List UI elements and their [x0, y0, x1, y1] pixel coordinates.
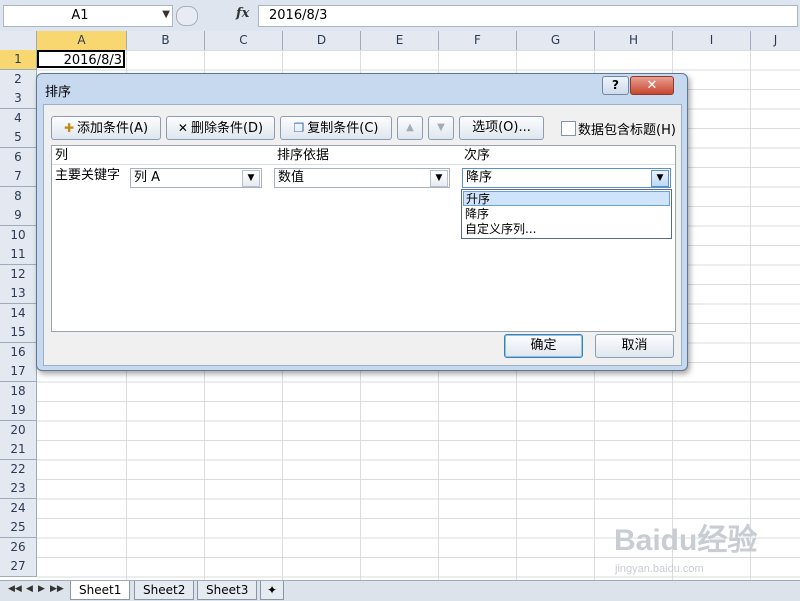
row-header[interactable]: 17: [0, 362, 37, 382]
active-cell-a1[interactable]: 2016/8/3: [37, 50, 125, 68]
name-box-value: A1: [71, 8, 89, 23]
row-header[interactable]: 23: [0, 479, 37, 499]
sort-on-select-value: 数值: [278, 170, 305, 185]
order-select[interactable]: 降序 ▼: [462, 168, 671, 188]
add-condition-icon: ✚: [63, 121, 74, 135]
ok-button[interactable]: 确定: [504, 334, 583, 358]
sheet-tab-2[interactable]: Sheet2: [134, 581, 195, 600]
move-down-icon[interactable]: ▼: [428, 116, 454, 140]
row-header[interactable]: 15: [0, 323, 37, 343]
row-header[interactable]: 3: [0, 89, 37, 109]
column-header-c[interactable]: C: [205, 31, 283, 50]
row-header[interactable]: 4: [0, 108, 37, 129]
row-header[interactable]: 1: [0, 50, 37, 70]
formula-value: 2016/8/3: [269, 8, 328, 23]
row-header[interactable]: 9: [0, 206, 37, 226]
row-header[interactable]: 5: [0, 128, 37, 148]
name-box[interactable]: A1 ▼: [3, 5, 173, 27]
column-header-b[interactable]: B: [127, 31, 205, 50]
row-header[interactable]: 7: [0, 167, 37, 187]
fx-icon[interactable]: fx: [236, 6, 249, 21]
column-header-f[interactable]: F: [439, 31, 517, 50]
chevron-down-icon[interactable]: ▼: [242, 170, 260, 187]
sheet-tab-3[interactable]: Sheet3: [197, 581, 258, 600]
header-checkbox[interactable]: [561, 121, 576, 136]
order-option-ascending[interactable]: 升序: [463, 191, 670, 206]
row-header[interactable]: 27: [0, 557, 37, 577]
baidu-watermark: Baidu经验: [614, 524, 758, 557]
next-sheet-icon[interactable]: ▶: [38, 584, 45, 594]
sort-on-header-label: 排序依据: [277, 148, 330, 163]
insert-sheet-icon[interactable]: ✦: [260, 581, 285, 600]
add-condition-label: 添加条件(A): [77, 121, 149, 136]
chevron-down-icon[interactable]: ▼: [651, 170, 669, 187]
delete-icon: ✕: [177, 121, 188, 135]
column-header-h[interactable]: H: [595, 31, 673, 50]
row-header[interactable]: 8: [0, 186, 37, 207]
sort-on-select[interactable]: 数值 ▼: [274, 168, 450, 188]
formula-bar: A1 ▼ fx 2016/8/3: [0, 0, 800, 32]
close-button[interactable]: ✕: [630, 76, 674, 95]
row-header[interactable]: 26: [0, 537, 37, 558]
divider: [52, 164, 675, 165]
help-button[interactable]: ?: [602, 76, 629, 95]
chevron-down-icon[interactable]: ▼: [162, 9, 170, 20]
column-header-g[interactable]: G: [517, 31, 595, 50]
row-header[interactable]: 21: [0, 440, 37, 460]
column-header-a[interactable]: A: [37, 31, 127, 50]
row-header[interactable]: 13: [0, 284, 37, 304]
order-option-custom[interactable]: 自定义序列...: [463, 222, 670, 237]
dialog-title: 排序: [45, 85, 72, 100]
add-condition-button[interactable]: ✚ 添加条件(A): [51, 116, 161, 140]
row-header[interactable]: 19: [0, 401, 37, 421]
sheet-tab-1[interactable]: Sheet1: [70, 581, 131, 600]
sheet-tab-bar: ◀◀ ◀ ▶ ▶▶ Sheet1 Sheet2 Sheet3 ✦: [0, 580, 800, 601]
copy-condition-button[interactable]: ❐ 复制条件(C): [280, 116, 392, 140]
baidu-watermark-url: jingyan.baidu.com: [615, 563, 704, 575]
column-header-j[interactable]: J: [751, 31, 800, 50]
copy-icon: ❐: [293, 121, 305, 135]
column-header-i[interactable]: I: [673, 31, 751, 50]
order-select-value: 降序: [466, 170, 493, 185]
primary-key-label: 主要关键字: [55, 168, 121, 183]
row-header[interactable]: 16: [0, 342, 37, 363]
column-select-value: 列 A: [134, 170, 161, 185]
row-header[interactable]: 11: [0, 245, 37, 265]
row-header[interactable]: 12: [0, 264, 37, 285]
grid-line: [750, 50, 751, 580]
order-option-descending[interactable]: 降序: [463, 207, 670, 222]
row-header[interactable]: 14: [0, 303, 37, 324]
row-header[interactable]: 18: [0, 381, 37, 402]
row-header[interactable]: 2: [0, 69, 37, 90]
column-header-d[interactable]: D: [283, 31, 361, 50]
last-sheet-icon[interactable]: ▶▶: [50, 584, 64, 594]
row-header[interactable]: 6: [0, 147, 37, 168]
formula-bar-splitter[interactable]: [176, 6, 198, 26]
column-header-bar: A B C D E F G H I J: [0, 31, 800, 51]
row-header[interactable]: 20: [0, 420, 37, 441]
row-header[interactable]: 10: [0, 225, 37, 246]
formula-input[interactable]: 2016/8/3: [258, 5, 798, 27]
header-checkbox-label: 数据包含标题(H): [578, 123, 676, 138]
cancel-button[interactable]: 取消: [595, 334, 674, 358]
first-sheet-icon[interactable]: ◀◀: [8, 584, 22, 594]
order-header-label: 次序: [464, 148, 491, 163]
delete-condition-label: 删除条件(D): [190, 121, 264, 136]
chevron-down-icon[interactable]: ▼: [430, 170, 448, 187]
column-header-label: 列: [55, 148, 69, 163]
column-header-e[interactable]: E: [361, 31, 439, 50]
delete-condition-button[interactable]: ✕ 删除条件(D): [166, 116, 275, 140]
prev-sheet-icon[interactable]: ◀: [26, 584, 33, 594]
move-up-icon[interactable]: ▲: [397, 116, 423, 140]
row-header[interactable]: 24: [0, 498, 37, 519]
copy-condition-label: 复制条件(C): [307, 121, 379, 136]
row-header[interactable]: 25: [0, 518, 37, 538]
row-header[interactable]: 22: [0, 459, 37, 480]
select-all-corner[interactable]: [0, 31, 37, 50]
order-dropdown-list: 升序 降序 自定义序列...: [461, 189, 672, 239]
options-button[interactable]: 选项(O)...: [459, 116, 544, 140]
column-select[interactable]: 列 A ▼: [130, 168, 262, 188]
